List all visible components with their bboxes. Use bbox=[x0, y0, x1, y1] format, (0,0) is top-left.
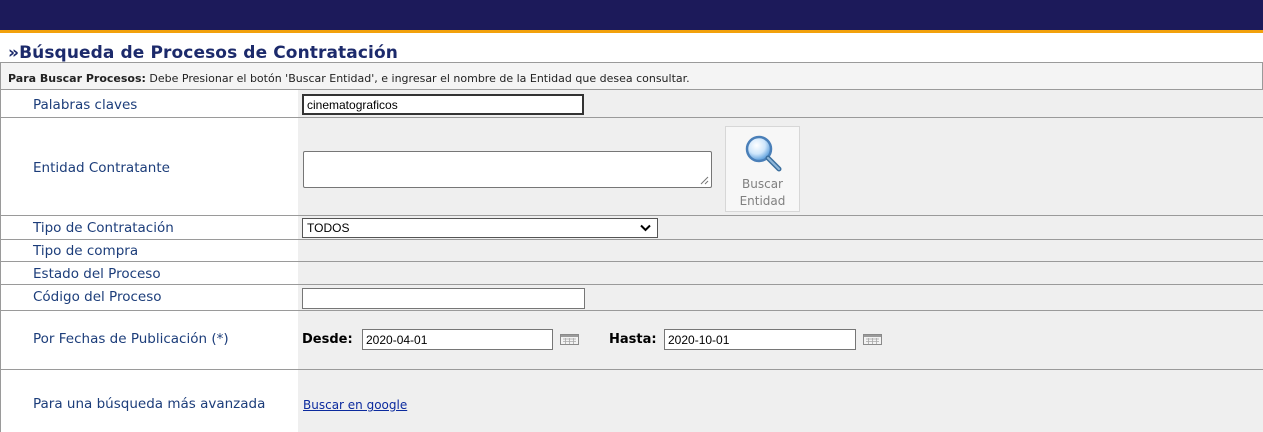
dates-value-cell: Desde: Hasta: bbox=[298, 311, 1263, 369]
process-code-label-cell: Código del Proceso bbox=[0, 285, 298, 310]
process-state-label-cell: Estado del Proceso bbox=[0, 262, 298, 284]
row-purchase-type: Tipo de compra bbox=[0, 240, 1263, 262]
calendar-icon[interactable] bbox=[863, 334, 882, 345]
google-search-link[interactable]: Buscar en google bbox=[303, 398, 407, 412]
magnifier-icon bbox=[745, 135, 781, 172]
to-label: Hasta: bbox=[609, 332, 657, 347]
dates-label: Por Fechas de Publicación (*) bbox=[33, 331, 229, 347]
process-code-value-cell bbox=[298, 285, 1263, 310]
instructions-bold: Para Buscar Procesos: bbox=[8, 72, 146, 85]
row-process-state: Estado del Proceso bbox=[0, 262, 1263, 285]
resize-grip-icon[interactable] bbox=[700, 176, 709, 185]
search-entity-button[interactable]: Buscar Entidad bbox=[725, 126, 800, 212]
contract-type-selected: TODOS bbox=[307, 221, 350, 235]
from-date-input[interactable] bbox=[362, 329, 553, 350]
contract-type-label-cell: Tipo de Contratación bbox=[0, 216, 298, 239]
to-date-input[interactable] bbox=[664, 329, 856, 350]
calendar-icon[interactable] bbox=[560, 334, 579, 345]
process-state-label: Estado del Proceso bbox=[33, 266, 161, 282]
search-form: Para Buscar Procesos: Debe Presionar el … bbox=[0, 62, 1263, 432]
process-state-value-cell bbox=[298, 262, 1263, 284]
from-label: Desde: bbox=[302, 332, 353, 347]
contract-type-label: Tipo de Contratación bbox=[33, 220, 174, 236]
advanced-label: Para una búsqueda más avanzada bbox=[33, 396, 266, 412]
keywords-input[interactable] bbox=[302, 94, 584, 115]
purchase-type-label: Tipo de compra bbox=[33, 243, 139, 259]
process-code-input[interactable] bbox=[302, 288, 585, 309]
row-process-code: Código del Proceso bbox=[0, 285, 1263, 311]
keywords-label-cell: Palabras claves bbox=[0, 90, 298, 117]
purchase-type-value-cell bbox=[298, 240, 1263, 261]
header-accent-line bbox=[0, 30, 1263, 33]
row-contract-type: Tipo de Contratación TODOS bbox=[0, 216, 1263, 240]
header-bar bbox=[0, 0, 1263, 30]
advanced-value-cell: Buscar en google bbox=[298, 370, 1263, 432]
entity-textarea[interactable] bbox=[303, 151, 712, 188]
advanced-label-cell: Para una búsqueda más avanzada bbox=[0, 370, 298, 432]
keywords-label: Palabras claves bbox=[33, 97, 138, 113]
keywords-value-cell bbox=[298, 90, 1263, 117]
entity-label-cell: Entidad Contratante bbox=[0, 118, 298, 215]
search-entity-label-2: Entidad bbox=[739, 194, 786, 208]
row-advanced: Para una búsqueda más avanzada Buscar en… bbox=[0, 370, 1263, 432]
row-entity: Entidad Contratante Buscar Entidad bbox=[0, 118, 1263, 216]
page-title: »Búsqueda de Procesos de Contratación bbox=[8, 43, 398, 63]
chevron-down-icon bbox=[640, 224, 651, 232]
instructions-bar: Para Buscar Procesos: Debe Presionar el … bbox=[0, 62, 1263, 90]
search-entity-label-1: Buscar bbox=[742, 177, 783, 191]
process-code-label: Código del Proceso bbox=[33, 289, 162, 305]
dates-label-cell: Por Fechas de Publicación (*) bbox=[0, 311, 298, 369]
contract-type-value-cell: TODOS bbox=[298, 216, 1263, 239]
contract-type-select[interactable]: TODOS bbox=[302, 218, 658, 238]
entity-value-cell: Buscar Entidad bbox=[298, 118, 1263, 215]
row-dates: Por Fechas de Publicación (*) Desde: Has… bbox=[0, 311, 1263, 370]
row-keywords: Palabras claves bbox=[0, 90, 1263, 118]
instructions-text: Debe Presionar el botón 'Buscar Entidad'… bbox=[145, 72, 690, 85]
purchase-type-label-cell: Tipo de compra bbox=[0, 240, 298, 261]
entity-label: Entidad Contratante bbox=[33, 160, 170, 176]
